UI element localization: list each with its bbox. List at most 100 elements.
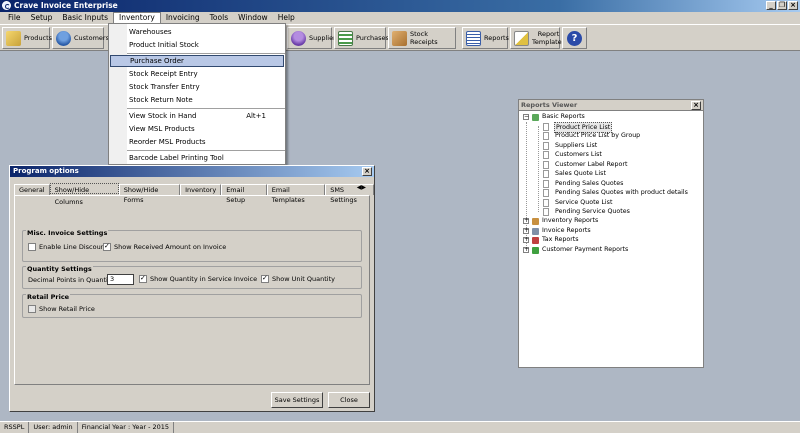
report-doc-icon [543, 123, 549, 131]
menu-item-view-msl-products[interactable]: View MSL Products [110, 123, 284, 135]
basic-reports-collapse-icon[interactable]: − [523, 114, 529, 120]
box-icon [392, 30, 407, 46]
inventory-reports-icon [532, 218, 539, 225]
reports-viewer-close-icon[interactable]: × [691, 101, 701, 110]
customers-icon [56, 30, 71, 46]
decimal-points-input[interactable]: 3 [107, 274, 134, 285]
inventory-reports-expand-icon[interactable]: + [523, 218, 529, 224]
tree-node-customer-label-report[interactable]: Customer Label Report [555, 160, 627, 169]
reports-viewer-panel: Reports Viewer × − Basic Reports Product… [518, 99, 704, 368]
tab-inventory[interactable]: Inventory [180, 184, 222, 195]
folder-icon [532, 114, 539, 121]
dialog-close-icon[interactable]: × [362, 167, 372, 176]
tree-node-invoice-reports[interactable]: Invoice Reports [542, 226, 591, 235]
program-options-dialog: Program options × General Show/Hide Colu… [9, 165, 375, 412]
tax-reports-icon [532, 237, 539, 244]
tree-node-pending-sales-quotes-with-product-details[interactable]: Pending Sales Quotes with product detail… [555, 188, 688, 197]
status-financial-year: Financial Year : Year - 2015 [78, 422, 175, 433]
tab-email-setup[interactable]: Email Setup [221, 184, 267, 204]
shortcut-label: Alt+1 [246, 112, 266, 120]
enable-line-discount-checkbox[interactable]: Enable Line Discount [28, 243, 107, 251]
tab-email-templates[interactable]: Email Templates [266, 184, 326, 204]
misc-invoice-settings-group: Misc. Invoice Settings Enable Line Disco… [22, 229, 362, 262]
tab-scroll-right-icon[interactable]: ▶ [361, 184, 366, 191]
close-button[interactable]: Close [328, 392, 370, 408]
reports-icon [466, 30, 481, 46]
status-bar: RSSPL User: admin Financial Year : Year … [0, 421, 800, 433]
show-retail-price-checkbox[interactable]: Show Retail Price [28, 305, 95, 313]
show-received-amount-checkbox[interactable]: Show Received Amount on Invoice [103, 242, 226, 251]
report-doc-icon [543, 199, 549, 207]
products-icon [6, 30, 21, 46]
tab-general[interactable]: General [14, 184, 50, 195]
tab-show-hide-columns[interactable]: Show/Hide Columns [49, 183, 119, 206]
tree-node-basic-reports[interactable]: Basic Reports [542, 112, 585, 121]
show-unit-quantity-checkbox[interactable]: Show Unit Quantity [261, 274, 335, 283]
tree-node-customer-payment-reports[interactable]: Customer Payment Reports [542, 245, 628, 254]
menu-item-stock-return-note[interactable]: Stock Return Note [110, 94, 284, 106]
retail-price-title: Retail Price [26, 293, 71, 301]
invoice-reports-icon [532, 228, 539, 235]
tab-sms-settings[interactable]: SMS Settings [325, 184, 374, 204]
report-doc-icon [543, 170, 549, 178]
save-settings-button[interactable]: Save Settings [271, 392, 323, 408]
report-templates-label-2: Templates [532, 38, 566, 46]
tab-show-hide-forms[interactable]: Show/Hide Forms [118, 184, 181, 204]
menu-item-view-stock-in-hand[interactable]: View Stock in Hand Alt+1 [110, 110, 284, 122]
menu-file[interactable]: File [3, 12, 26, 24]
tax-reports-expand-icon[interactable]: + [523, 237, 529, 243]
invoice-reports-expand-icon[interactable]: + [523, 228, 529, 234]
report-templates-icon [514, 30, 529, 46]
app-title: Crave Invoice Enterprise [14, 1, 118, 10]
purchases-button[interactable]: Purchases [334, 27, 389, 49]
menu-setup[interactable]: Setup [26, 12, 58, 24]
report-doc-icon [543, 151, 549, 159]
tree-node-inventory-reports[interactable]: Inventory Reports [542, 216, 598, 225]
tree-node-suppliers-list[interactable]: Suppliers List [555, 141, 597, 150]
reports-button[interactable]: Reports [462, 27, 509, 49]
report-doc-icon [543, 142, 549, 150]
tree-node-product-price-list-by-group[interactable]: Product Price List by Group [555, 131, 640, 140]
tree-node-pending-service-quotes[interactable]: Pending Service Quotes [555, 207, 630, 216]
report-templates-button[interactable]: Report Templates [510, 27, 565, 49]
menu-item-stock-transfer-entry[interactable]: Stock Transfer Entry [110, 81, 284, 93]
menu-item-product-initial-stock[interactable]: Product Initial Stock [110, 39, 284, 51]
menu-item-purchase-order[interactable]: Purchase Order [110, 55, 284, 67]
quantity-settings-group: Quantity Settings Decimal Points in Quan… [22, 265, 362, 289]
inventory-menu-dropdown: Warehouses Product Initial Stock Purchas… [108, 23, 286, 165]
close-window-button[interactable]: × [788, 1, 798, 10]
show-hide-columns-panel [14, 195, 370, 385]
report-doc-icon [543, 208, 549, 216]
customer-payment-reports-icon [532, 247, 539, 254]
tree-node-tax-reports[interactable]: Tax Reports [542, 235, 579, 244]
tree-node-pending-sales-quotes[interactable]: Pending Sales Quotes [555, 179, 623, 188]
help-button[interactable]: ? [562, 27, 587, 49]
stock-receipts-button[interactable]: Stock Receipts [388, 27, 456, 49]
report-doc-icon [543, 180, 549, 188]
retail-price-group: Retail Price Show Retail Price [22, 293, 362, 318]
suppliers-button[interactable]: Suppliers [287, 27, 339, 49]
status-company: RSSPL [0, 422, 30, 433]
customers-button[interactable]: Customers [52, 27, 109, 49]
report-doc-icon [543, 161, 549, 169]
tree-node-customers-list[interactable]: Customers List [555, 150, 602, 159]
menu-basic-inputs[interactable]: Basic Inputs [57, 12, 113, 24]
products-button[interactable]: Products [2, 27, 52, 49]
tree-node-service-quote-list[interactable]: Service Quote List [555, 198, 612, 207]
reports-viewer-title-bar: Reports Viewer × [519, 100, 703, 111]
report-templates-label-1: Report [537, 30, 560, 38]
restore-button[interactable]: ❐ [777, 1, 787, 10]
tree-node-sales-quote-list[interactable]: Sales Quote List [555, 169, 606, 178]
options-tab-strip: General Show/Hide Columns Show/Hide Form… [14, 183, 374, 206]
menu-item-barcode-label-printing-tool[interactable]: Barcode Label Printing Tool [110, 152, 284, 164]
minimize-button[interactable]: _ [766, 1, 776, 10]
app-title-bar: Crave Invoice Enterprise _ ❐ × [0, 0, 800, 12]
reports-viewer-title: Reports Viewer [521, 101, 578, 109]
show-quantity-service-invoice-checkbox[interactable]: Show Quantity in Service Invoice [139, 274, 257, 283]
misc-invoice-settings-title: Misc. Invoice Settings [26, 229, 109, 237]
program-options-title-bar: Program options × [10, 166, 374, 177]
menu-item-reorder-msl-products[interactable]: Reorder MSL Products [110, 136, 284, 148]
customer-payment-reports-expand-icon[interactable]: + [523, 247, 529, 253]
menu-item-warehouses[interactable]: Warehouses [110, 26, 284, 38]
menu-item-stock-receipt-entry[interactable]: Stock Receipt Entry [110, 68, 284, 80]
